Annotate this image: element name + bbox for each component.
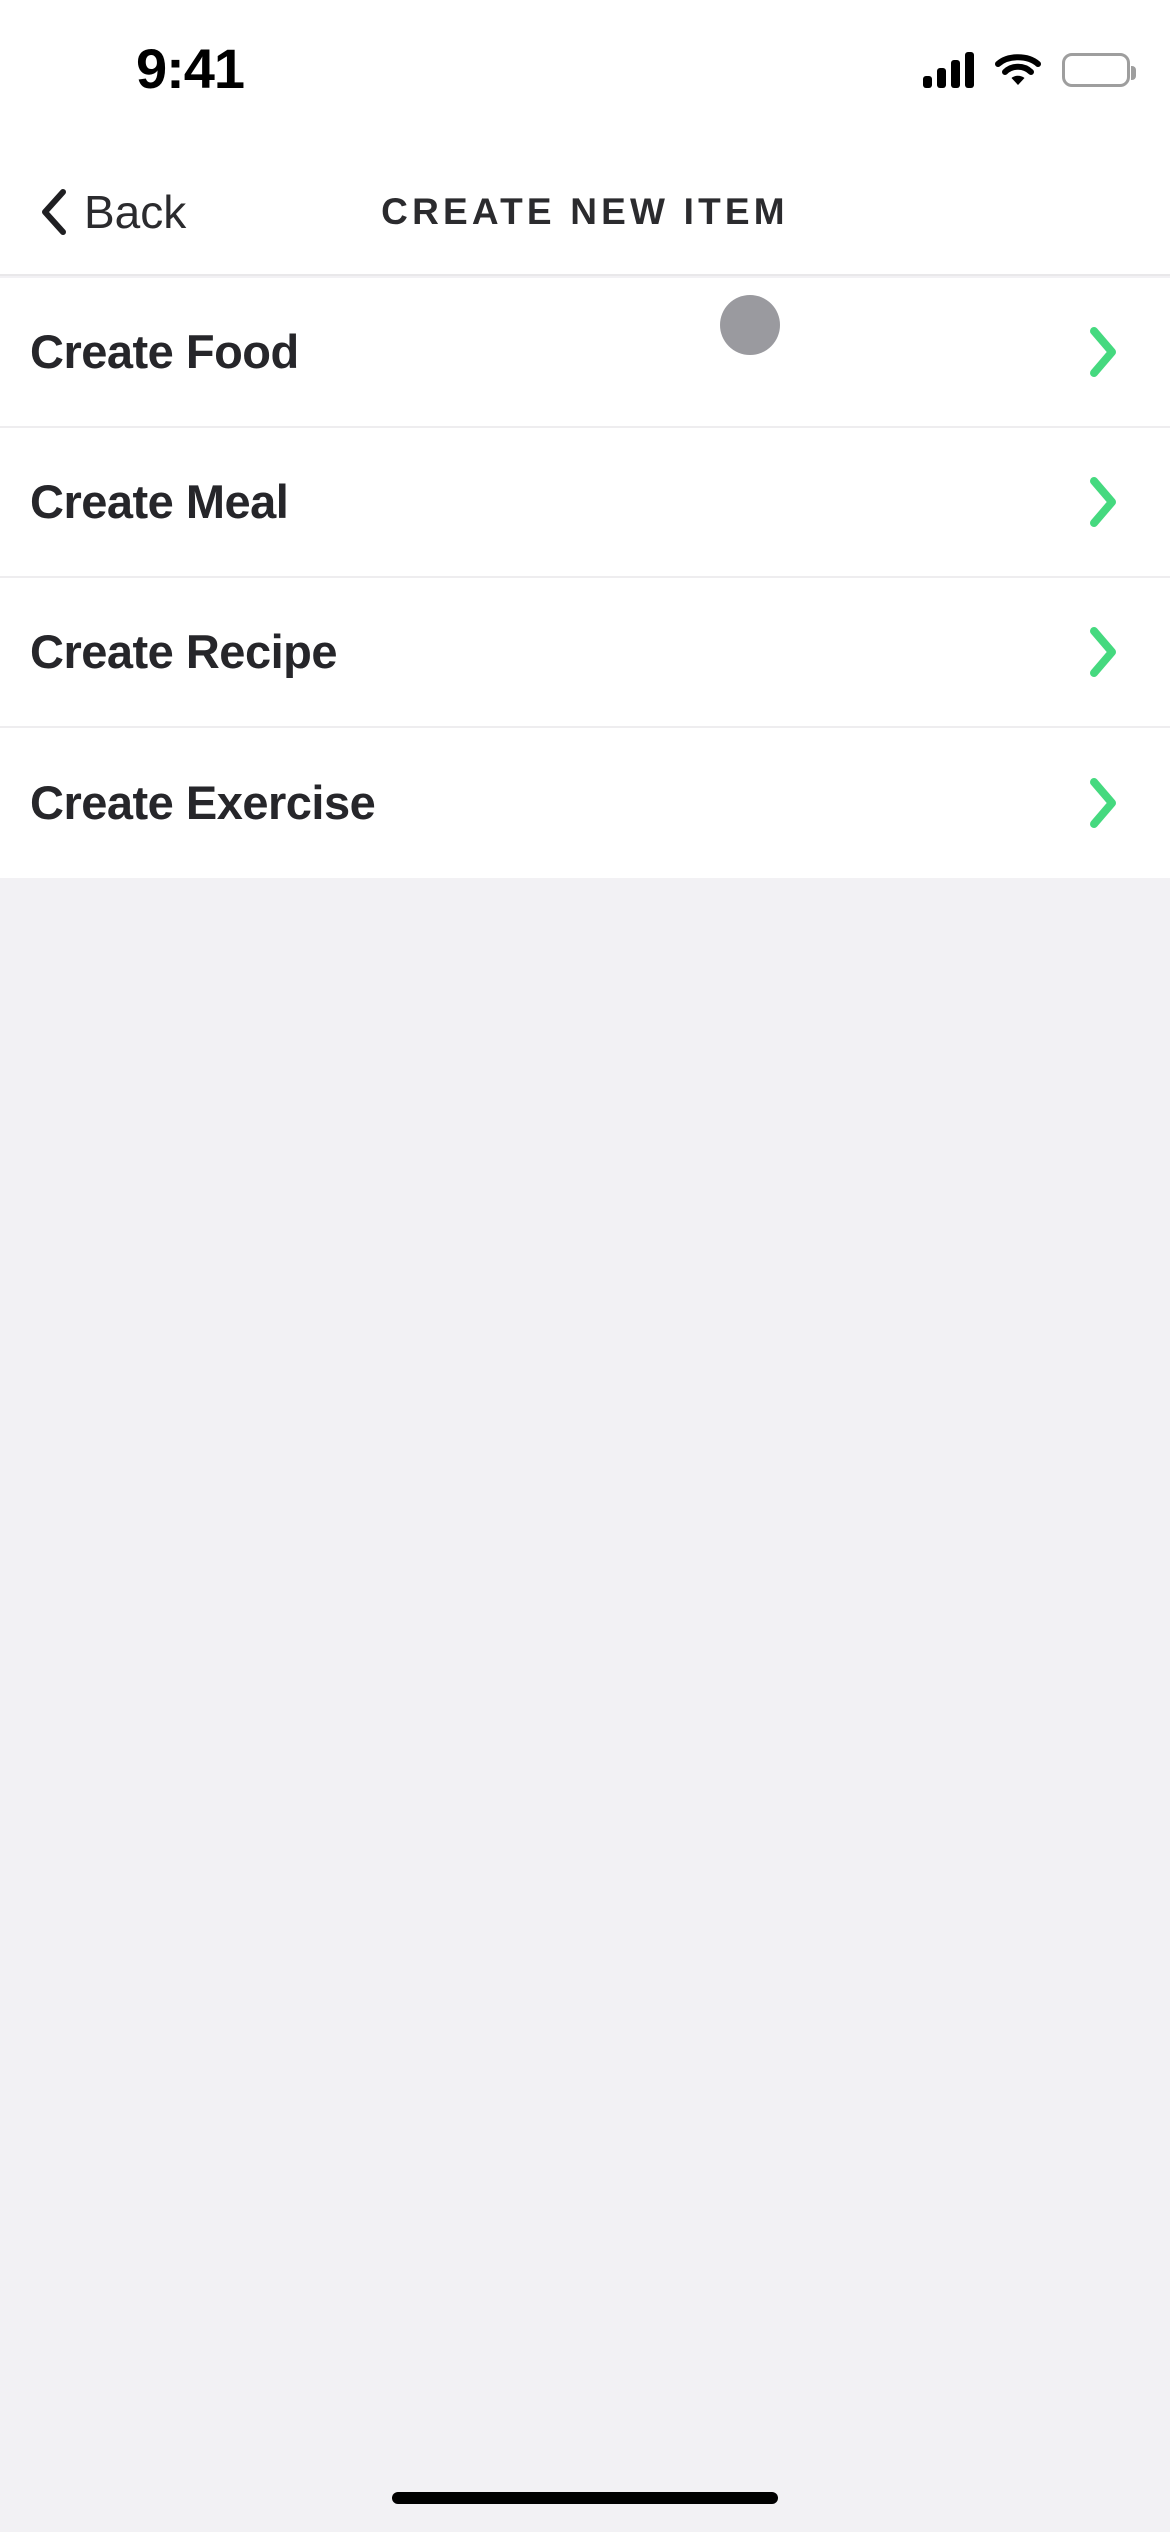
list-item-label: Create Food [30,325,299,378]
home-indicator-bar[interactable] [392,2492,778,2504]
chevron-right-icon [1080,324,1124,380]
chevron-right-icon [1080,474,1124,530]
list-item-create-exercise[interactable]: Create Exercise [0,728,1170,878]
list-item-create-meal[interactable]: Create Meal [0,428,1170,578]
empty-content-area [0,880,1170,2532]
chevron-right-icon [1080,775,1124,831]
phone-screen: 9:41 Back CREATE NEW ITEM Create Food Cr… [0,0,1170,2532]
list-item-create-recipe[interactable]: Create Recipe [0,578,1170,728]
back-button[interactable]: Back [24,148,198,276]
wifi-icon [994,52,1042,88]
list-item-create-food[interactable]: Create Food [0,278,1170,428]
list-item-label: Create Exercise [30,776,376,829]
status-bar-time: 9:41 [135,37,245,100]
battery-full-icon [1062,53,1136,87]
chevron-right-icon [1080,624,1124,680]
status-bar-icons [923,42,1136,98]
create-item-list: Create Food Create Meal Create Recipe Cr… [0,278,1170,878]
list-item-label: Create Meal [30,475,289,528]
back-button-label: Back [84,186,187,238]
navigation-bar: Back CREATE NEW ITEM [0,148,1170,276]
cellular-signal-icon [923,52,974,88]
chevron-left-icon [36,188,70,236]
list-item-label: Create Recipe [30,625,338,678]
status-bar: 9:41 [0,0,1170,148]
